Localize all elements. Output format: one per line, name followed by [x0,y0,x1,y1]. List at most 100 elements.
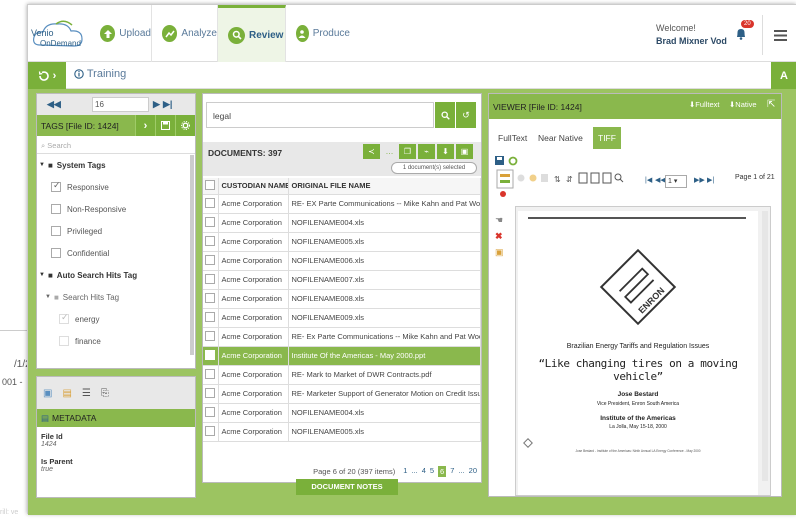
row-select-cell[interactable] [203,270,219,290]
fit-width-icon[interactable] [590,172,600,184]
tag-subgroup-search-hits[interactable]: ▼ ■ Search Hits Tag [37,286,195,308]
chart-button[interactable]: ⌁ [418,144,435,159]
select-all-cell[interactable] [203,178,219,195]
tag-checkbox[interactable] [59,336,69,346]
row-select-cell[interactable] [203,232,219,252]
tag-item-energy[interactable]: energy [37,308,195,330]
document-search-input[interactable]: legal [206,102,434,128]
save-button[interactable]: ▣ [456,144,473,159]
table-row[interactable]: Acme Corporation RE- Marketer Support of … [203,384,481,404]
row-checkbox[interactable] [205,292,215,303]
next-page-icon[interactable]: ▶▶ [694,177,705,184]
main-menu-button[interactable] [762,15,796,55]
tag-settings-button[interactable] [175,115,195,136]
tab-near-native[interactable]: Near Native [533,127,588,149]
tag-checkbox[interactable] [51,204,61,214]
share-button[interactable]: ≺ [363,144,380,159]
page-link[interactable]: 20 [469,466,477,477]
full-page-icon[interactable] [602,172,612,184]
popout-button[interactable]: ⇱ [767,99,775,110]
tag-item-finance[interactable]: finance [37,330,195,352]
row-checkbox[interactable] [205,387,215,398]
document-notes-button[interactable]: DOCUMENT NOTES [296,479,398,495]
row-select-cell[interactable] [203,403,219,423]
row-select-cell[interactable] [203,365,219,385]
refresh-icon[interactable] [508,156,518,166]
column-header-file-name[interactable]: ORIGINAL FILE NAME [288,178,481,195]
tab-fulltext[interactable]: FullText [493,127,532,149]
tag-search-input[interactable]: ⌕ Search [37,136,195,154]
tag-checkbox[interactable] [51,226,61,236]
project-selector[interactable]: Training [74,68,126,80]
save-tags-button[interactable] [155,115,175,136]
page-link[interactable]: 1 [403,466,407,477]
tag-group-system[interactable]: ▼ ■ System Tags [37,154,195,176]
next-page-button[interactable]: ▶ [153,99,160,110]
viewer-scrollbar[interactable] [762,211,768,481]
page-select[interactable]: 1 ▾ [665,175,687,188]
delete-annotation-icon[interactable]: ✖ [495,228,504,244]
row-checkbox[interactable] [205,330,215,341]
row-select-cell[interactable] [203,289,219,309]
column-header-custodian[interactable]: CUSTODIAN NAME [218,178,289,195]
nav-tab-produce[interactable]: Produce [286,5,350,62]
magnify-icon[interactable] [614,173,624,183]
row-select-cell[interactable] [203,308,219,328]
sort-ascending-icon[interactable]: ⇅ [554,175,561,184]
tiff-document-view[interactable]: ENRON Brazilian Energy Tariffs and Regul… [515,206,771,496]
table-row[interactable]: Acme Corporation NOFILENAME005.xls [203,422,481,442]
stamp-icon[interactable]: ▣ [495,244,504,260]
tag-checkbox[interactable] [59,312,69,324]
tags-scrollbar[interactable] [190,155,194,355]
row-checkbox[interactable] [205,368,215,379]
page-link[interactable]: 4 [422,466,426,477]
nav-tab-analyze[interactable]: Analyze [152,5,218,62]
last-page-button[interactable]: ▶| [163,99,172,110]
search-button[interactable] [435,102,455,128]
table-row[interactable]: Acme Corporation RE- EX Parte Communicati… [203,194,481,214]
tab-tiff[interactable]: TIFF [593,127,621,149]
row-select-cell[interactable] [203,327,219,347]
sort-descending-icon[interactable]: ⇵ [566,175,573,184]
row-checkbox[interactable] [205,273,215,284]
tag-item-responsive[interactable]: Responsive [37,176,195,198]
tag-checkbox[interactable] [51,248,61,258]
right-panel-toggle-button[interactable]: A [771,62,796,89]
page-link[interactable]: 7 [450,466,454,477]
flag-icon[interactable] [500,191,506,197]
attachment-icon[interactable]: ⎘ [101,388,109,399]
table-row[interactable]: Acme Corporation NOFILENAME009.xls [203,308,481,328]
row-select-cell[interactable] [203,251,219,271]
native-download-button[interactable]: ⬇Native [729,100,757,109]
table-row[interactable]: Acme Corporation NOFILENAME004.xls [203,403,481,423]
table-row[interactable]: Acme Corporation NOFILENAME007.xls [203,270,481,290]
zoom-actual-size-icon[interactable] [529,174,537,182]
tag-group-auto-search[interactable]: ▼ ■ Auto Search Hits Tag [37,264,195,286]
reset-search-button[interactable]: ↺ [456,102,476,128]
row-checkbox[interactable] [205,406,215,417]
list-icon[interactable]: ☰ [82,388,91,399]
table-row[interactable]: Acme Corporation NOFILENAME004.xls [203,213,481,233]
row-select-cell[interactable] [203,213,219,233]
row-select-cell[interactable] [203,194,219,214]
row-checkbox[interactable] [205,197,215,208]
tag-item-privileged[interactable]: Privileged [37,220,195,242]
image-icon[interactable]: ▣ [43,388,52,399]
table-row[interactable]: Acme Corporation RE- Mark to Market of DW… [203,365,481,385]
zoom-fit-width-icon[interactable] [517,174,525,182]
row-checkbox[interactable] [205,254,215,265]
tag-checkbox[interactable] [51,180,61,192]
save-image-icon[interactable] [495,156,504,165]
first-page-icon[interactable]: |◀ [645,177,653,184]
nav-tab-review[interactable]: Review [218,5,286,62]
download-button[interactable]: ⬇ [437,144,454,159]
row-checkbox[interactable] [205,425,215,436]
page-link[interactable]: 6 [438,465,447,477]
copy-button[interactable]: ❐ [399,144,416,159]
table-row[interactable]: Acme Corporation NOFILENAME008.xls [203,289,481,309]
row-checkbox[interactable] [205,235,215,246]
tags-next-button[interactable]: › [135,115,155,136]
document-index-input[interactable] [92,97,149,112]
row-select-cell[interactable] [203,422,219,442]
first-page-button[interactable]: ◀◀ [47,99,61,110]
